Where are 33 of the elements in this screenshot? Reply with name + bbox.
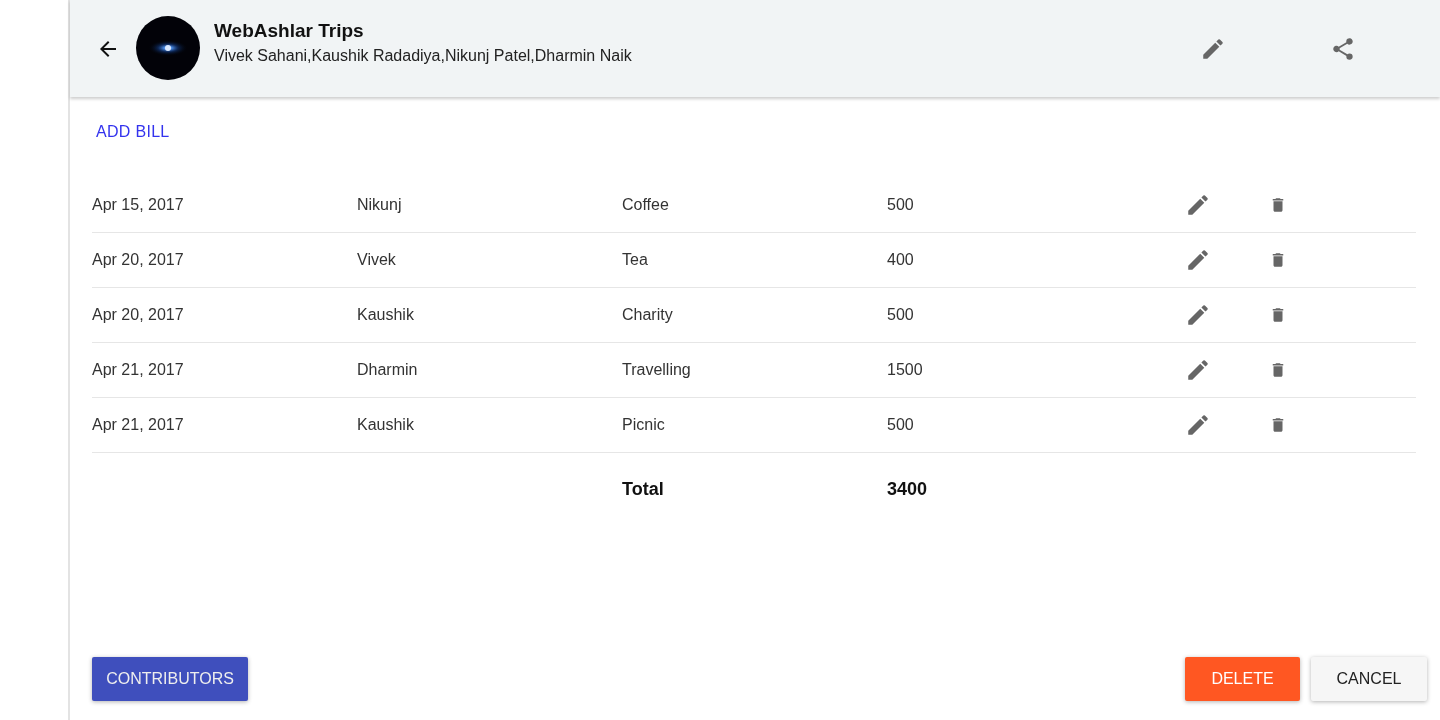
edit-icon[interactable]	[1185, 247, 1211, 273]
date-cell-text: Apr 20, 2017	[92, 306, 185, 324]
date-cell-text: Apr 21, 2017	[92, 416, 185, 434]
share-icon[interactable]	[1330, 35, 1356, 62]
edit-icon[interactable]	[1185, 302, 1211, 328]
edit-icon[interactable]	[1185, 412, 1211, 438]
person-cell-text: Dharmin	[357, 361, 419, 379]
date-cell-text: Apr 15, 2017	[92, 196, 185, 214]
date-cell-text: Apr 21, 2017	[92, 361, 185, 379]
item-cell-text: Tea	[622, 251, 649, 269]
item-cell-text: Charity	[622, 306, 674, 324]
amount-cell-text: 500	[887, 416, 915, 434]
item-cell-text: Coffee	[622, 196, 670, 214]
amount-cell-text: 500	[887, 306, 915, 324]
group-title: WebAshlar Trips	[214, 19, 365, 42]
person-cell-text: Kaushik	[357, 416, 415, 434]
person-cell-text: Nikunj	[357, 196, 403, 214]
total-label: Total	[622, 478, 665, 500]
member-list: Vivek Sahani,Kaushik Radadiya,Nikunj Patel,Dharmin Naik	[214, 46, 1200, 65]
edit-icon[interactable]	[1185, 357, 1211, 383]
edit-icon[interactable]	[1185, 192, 1211, 218]
amount-cell-text: 400	[887, 251, 915, 269]
date-cell-text: Apr 20, 2017	[92, 251, 185, 269]
total-amount: 3400	[887, 478, 929, 500]
amount-cell-text: 1500	[887, 361, 924, 379]
contributors-button[interactable]: CONTRIBUTORS	[92, 657, 248, 701]
amount-cell-text: 500	[887, 196, 915, 214]
cancel-button[interactable]: CANCEL	[1311, 657, 1427, 701]
item-cell-text: Picnic	[622, 416, 666, 434]
add-bill-link[interactable]: ADD BILL	[96, 123, 170, 141]
person-cell-text: Vivek	[357, 251, 397, 269]
person-cell-text: Kaushik	[357, 306, 415, 324]
item-cell-text: Travelling	[622, 361, 692, 379]
